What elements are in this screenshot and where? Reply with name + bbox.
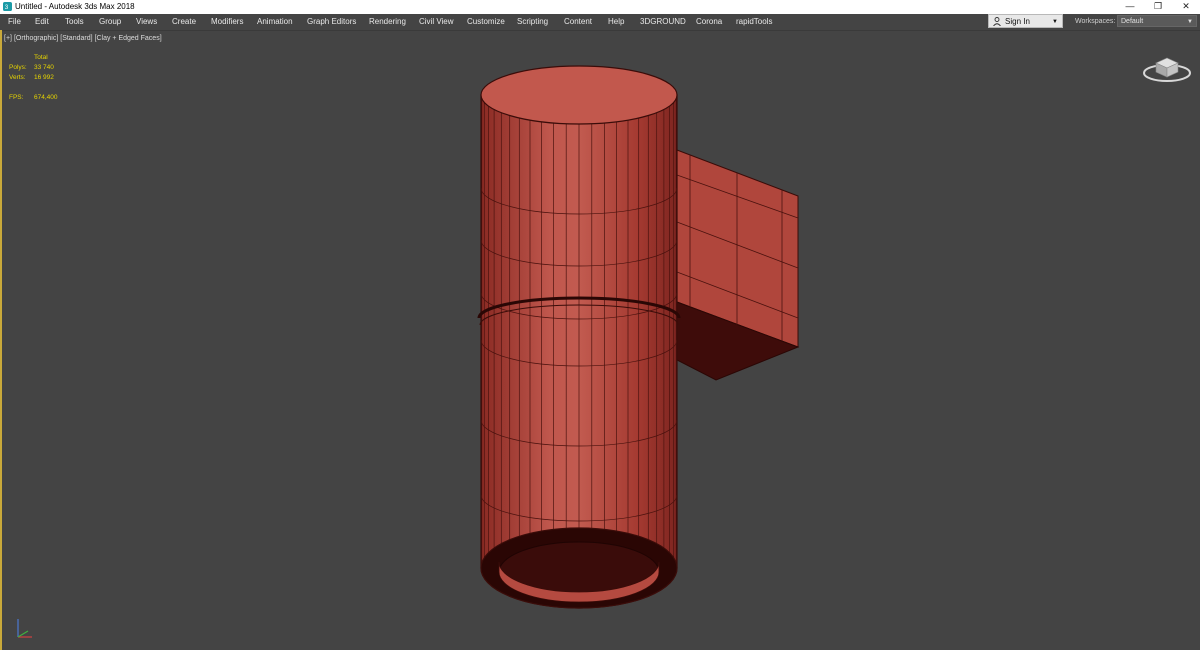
cylinder-top-cap	[480, 65, 678, 125]
model-wall-lamp[interactable]	[0, 0, 1200, 650]
axis-tripod-icon	[17, 619, 32, 638]
